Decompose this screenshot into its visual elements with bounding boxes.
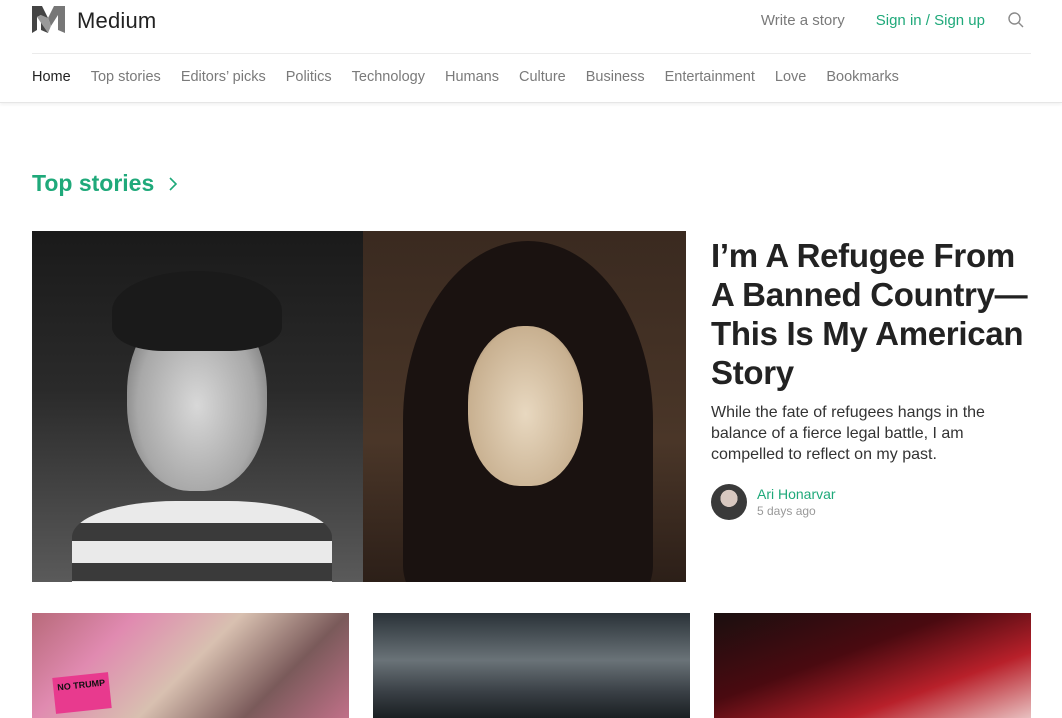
write-story-link[interactable]: Write a story: [761, 12, 845, 29]
protest-sign: NO TRUMP: [52, 672, 112, 714]
author-name-link[interactable]: Ari Honarvar: [757, 486, 836, 502]
nav-item-love[interactable]: Love: [775, 69, 806, 85]
nav-item-home[interactable]: Home: [32, 69, 71, 85]
logo-text: Medium: [77, 7, 157, 33]
post-timestamp: 5 days ago: [757, 504, 816, 518]
nav-item-business[interactable]: Business: [586, 69, 645, 85]
story-thumbnail-protest[interactable]: NO TRUMP: [32, 613, 349, 718]
story-thumbnail-chess[interactable]: [714, 613, 1031, 718]
top-actions: Write a story Sign in / Sign up: [761, 11, 1031, 29]
nav-item-humans[interactable]: Humans: [445, 69, 499, 85]
sign-in-link[interactable]: Sign in / Sign up: [876, 12, 985, 29]
nav-item-top-stories[interactable]: Top stories: [91, 69, 161, 85]
boy-portrait-photo: [32, 231, 363, 582]
nav-list: Home Top stories Editors’ picks Politics…: [32, 69, 919, 85]
medium-logo-icon: [32, 6, 65, 33]
nav-item-entertainment[interactable]: Entertainment: [665, 69, 755, 85]
nav-item-politics[interactable]: Politics: [286, 69, 332, 85]
author-avatar[interactable]: [711, 484, 747, 520]
nav-item-technology[interactable]: Technology: [352, 69, 425, 85]
nav-item-editors-picks[interactable]: Editors’ picks: [181, 69, 266, 85]
girl-portrait-photo: [363, 231, 686, 582]
featured-subtitle: While the fate of refugees hangs in the …: [711, 404, 985, 463]
top-stories-heading[interactable]: Top stories: [32, 170, 178, 197]
top-bar: Medium Write a story Sign in / Sign up: [32, 0, 1031, 54]
nav-item-culture[interactable]: Culture: [519, 69, 566, 85]
featured-headline[interactable]: I’m A Refugee From A Banned Country—This…: [711, 236, 1031, 392]
search-icon[interactable]: [1007, 11, 1025, 29]
chevron-right-icon: [169, 176, 178, 191]
nav-item-bookmarks[interactable]: Bookmarks: [826, 69, 899, 85]
category-nav: Home Top stories Editors’ picks Politics…: [0, 53, 1062, 103]
featured-story-image[interactable]: [32, 231, 686, 582]
author-info: Ari Honarvar 5 days ago: [757, 486, 836, 518]
story-thumbnail-clouds[interactable]: [373, 613, 690, 718]
section-title: Top stories: [32, 170, 155, 196]
protest-sign-text: NO TRUMP: [56, 677, 106, 693]
author-block: Ari Honarvar 5 days ago: [711, 484, 836, 520]
medium-logo[interactable]: Medium: [32, 6, 156, 33]
